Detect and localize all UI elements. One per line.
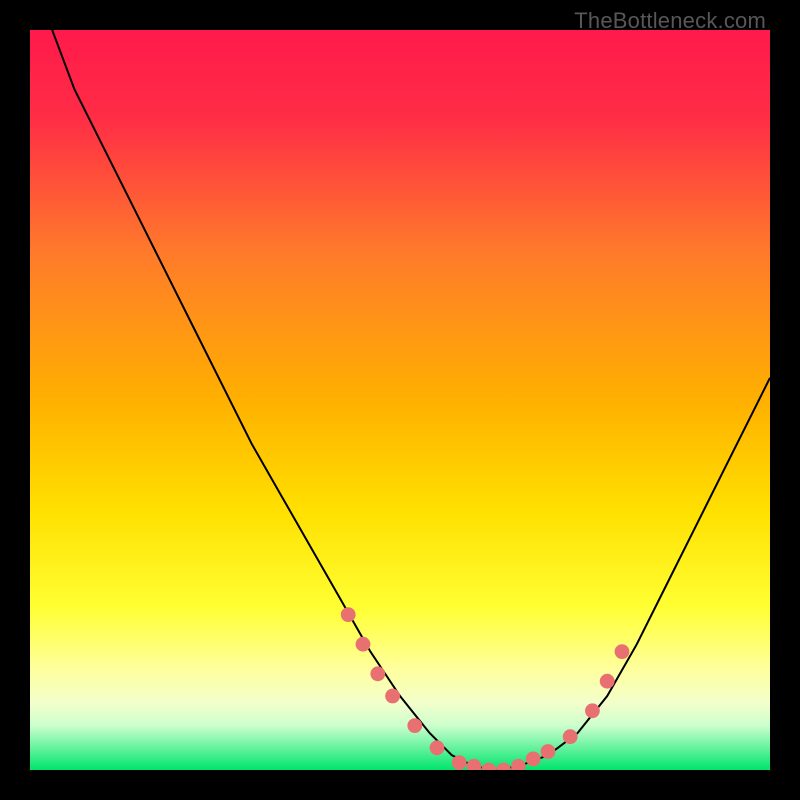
highlight-dot (356, 637, 371, 652)
highlight-dot (511, 759, 526, 770)
highlight-dot (585, 703, 600, 718)
highlight-dot (385, 689, 400, 704)
bottleneck-curve (30, 30, 770, 770)
highlight-dot (600, 674, 615, 689)
highlight-dot (615, 644, 630, 659)
highlight-dot (370, 666, 385, 681)
watermark-text: TheBottleneck.com (574, 8, 766, 34)
highlight-dot (467, 759, 482, 770)
highlight-dot (563, 729, 578, 744)
highlight-dot (481, 763, 496, 770)
highlight-dot (452, 755, 467, 770)
plot-area (30, 30, 770, 770)
highlight-dot (430, 740, 445, 755)
highlight-dot (541, 744, 556, 759)
highlight-dot (526, 752, 541, 767)
highlight-dot (496, 763, 511, 770)
curve-path (52, 30, 770, 770)
highlight-dot (407, 718, 422, 733)
highlight-dot (341, 607, 356, 622)
chart-container: TheBottleneck.com (0, 0, 800, 800)
